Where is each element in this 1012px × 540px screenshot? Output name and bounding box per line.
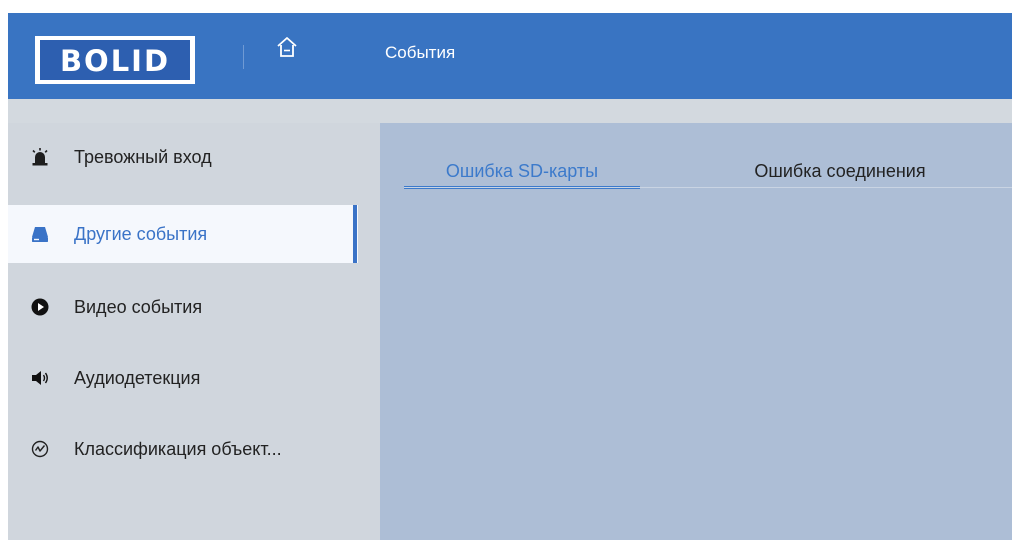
sidebar-item-label: Видео события xyxy=(74,297,203,317)
home-icon[interactable] xyxy=(274,34,300,60)
sidebar-item-label: Классификация объект... xyxy=(74,439,282,459)
top-header: BOLID События xyxy=(8,13,1012,99)
sidebar-item-label: Аудиодетекция xyxy=(74,368,201,388)
page-title: События xyxy=(385,43,456,62)
object-classification-icon xyxy=(31,440,49,458)
header-separator xyxy=(243,45,244,69)
sidebar-item-label: Другие события xyxy=(74,224,208,244)
bolid-logo: BOLID xyxy=(35,36,195,84)
main-content: Ошибка SD-карты Ошибка соединения xyxy=(380,123,1012,540)
sidebar-item-label: Тревожный вход xyxy=(74,147,212,167)
svg-text:BOLID: BOLID xyxy=(60,44,170,78)
sidebar-item-other-events[interactable]: Другие события xyxy=(8,205,358,263)
sidebar-item-alarm-input[interactable]: Тревожный вход xyxy=(8,128,358,186)
app-window: BOLID События Тревожный вход Другие собы… xyxy=(8,13,1012,540)
active-indicator xyxy=(353,205,357,263)
alarm-light-icon xyxy=(32,148,48,166)
tab-sd-card-error[interactable]: Ошибка SD-карты xyxy=(404,143,640,189)
tab-bar-divider xyxy=(404,187,1012,188)
sidebar: Тревожный вход Другие события Видео собы… xyxy=(8,123,380,540)
drive-icon xyxy=(32,227,48,242)
speaker-icon xyxy=(32,371,48,385)
sidebar-item-object-classification[interactable]: Классификация объект... xyxy=(8,420,358,478)
sidebar-item-video-events[interactable]: Видео события xyxy=(8,278,358,336)
play-circle-icon xyxy=(31,298,49,316)
tab-connection-error[interactable]: Ошибка соединения xyxy=(710,143,970,189)
header-divider xyxy=(8,99,1012,123)
sidebar-item-audio-detection[interactable]: Аудиодетекция xyxy=(8,349,358,407)
